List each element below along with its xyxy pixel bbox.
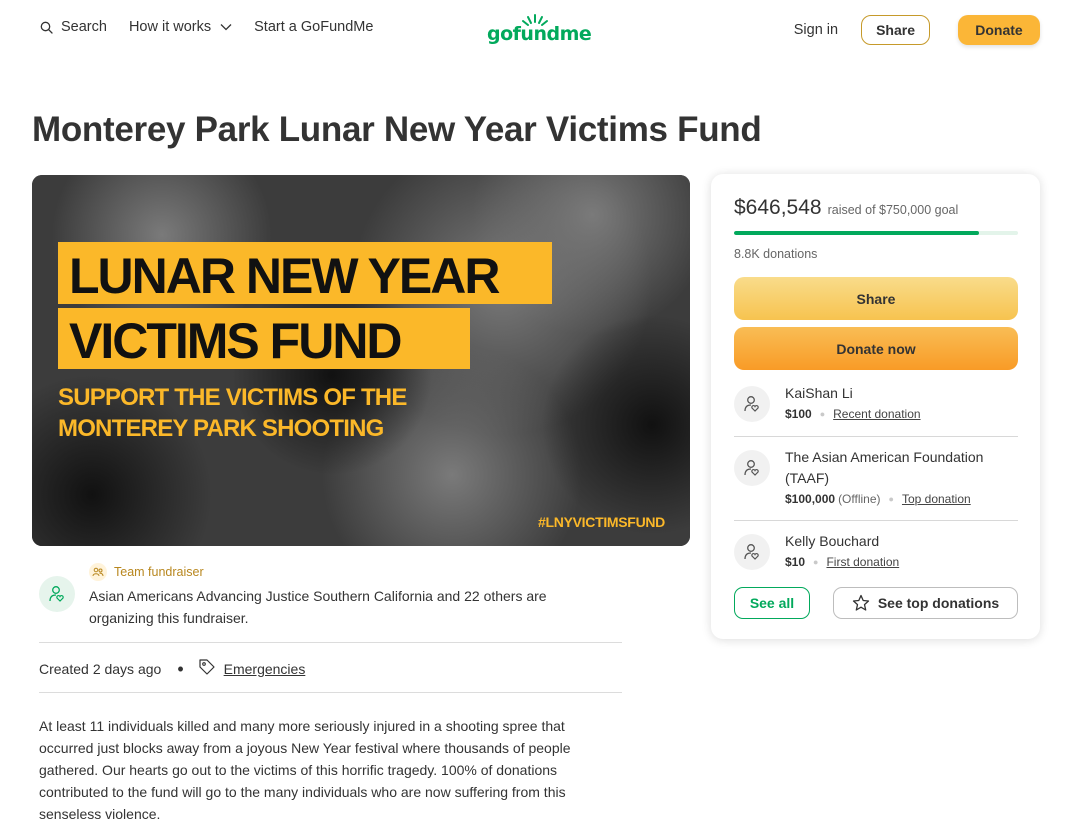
header-nav-left: Search How it works Start a GoFundMe xyxy=(40,19,373,35)
raised-goal: raised of $750,000 goal xyxy=(827,203,959,217)
raised-amount: $646,548 xyxy=(734,196,822,219)
share-button[interactable]: Share xyxy=(734,277,1018,320)
header-donate-button[interactable]: Donate xyxy=(958,15,1040,45)
donation-tag-link[interactable]: First donation xyxy=(826,555,899,569)
hero-subtitle-line1: SUPPORT THE VICTIMS OF THE xyxy=(58,384,407,411)
offline-note: (Offline) xyxy=(838,492,881,506)
star-icon xyxy=(852,594,869,611)
donor-amount: $100,000 xyxy=(785,492,836,506)
divider xyxy=(39,692,622,693)
donor-item: KaiShan Li $100 ● Recent donation xyxy=(734,385,1018,422)
raised-summary: $646,548 raised of $750,000 goal xyxy=(734,196,958,220)
organizer-avatar[interactable] xyxy=(39,576,75,612)
chevron-down-icon xyxy=(220,23,232,31)
separator-dot: ● xyxy=(888,494,894,504)
start-fundraiser-label: Start a GoFundMe xyxy=(254,19,374,35)
divider xyxy=(734,436,1018,437)
how-it-works-menu[interactable]: How it works xyxy=(129,19,232,35)
donor-avatar xyxy=(734,534,770,570)
donor-details: $10 ● First donation xyxy=(785,555,899,569)
donor-details: $100,000 (Offline) ● Top donation xyxy=(785,492,971,506)
see-top-donations-label: See top donations xyxy=(877,595,1000,611)
divider xyxy=(39,642,622,643)
donor-name: KaiShan Li xyxy=(785,385,853,401)
user-heart-icon xyxy=(49,586,64,602)
campaign-hero-image[interactable]: LUNAR NEW YEAR VICTIMS FUND SUPPORT THE … xyxy=(32,175,690,546)
hero-hashtag: #LNYVICTIMSFUND xyxy=(538,514,665,530)
user-heart-icon xyxy=(744,544,759,560)
search-link[interactable]: Search xyxy=(40,19,107,35)
tag-icon xyxy=(198,658,216,679)
campaign-meta: Created 2 days ago • Emergencies xyxy=(39,658,305,679)
progress-bar xyxy=(734,231,1018,235)
donation-tag-link[interactable]: Top donation xyxy=(902,492,971,506)
created-date: 2 days ago xyxy=(92,660,162,677)
see-all-button[interactable]: See all xyxy=(734,587,810,619)
sign-in-link[interactable]: Sign in xyxy=(794,22,838,38)
separator-dot: ● xyxy=(819,409,826,419)
hero-subtitle-line2: MONTEREY PARK SHOOTING xyxy=(58,415,384,442)
donation-tag-link[interactable]: Recent donation xyxy=(833,407,920,421)
organizer-text[interactable]: Asian Americans Advancing Justice Southe… xyxy=(89,585,579,629)
user-heart-icon xyxy=(744,460,759,476)
category-link[interactable]: Emergencies xyxy=(224,661,306,677)
donor-item: The Asian American Foundation (TAAF) $10… xyxy=(734,449,1018,510)
see-top-donations-button[interactable]: See top donations xyxy=(833,587,1018,619)
hero-title-line2: VICTIMS FUND xyxy=(69,313,403,369)
donor-item: Kelly Bouchard $10 ● First donation xyxy=(734,533,1018,570)
user-heart-icon xyxy=(744,396,759,412)
donor-amount: $10 xyxy=(785,555,806,569)
donor-name: Kelly Bouchard xyxy=(785,533,880,549)
search-label: Search xyxy=(61,19,107,35)
progress-fill xyxy=(734,231,979,235)
donor-amount: $100 xyxy=(785,407,812,421)
campaign-story: At least 11 individuals killed and many … xyxy=(39,718,571,822)
donations-count: 8.8K donations xyxy=(734,247,818,261)
search-icon xyxy=(40,21,53,34)
donor-avatar xyxy=(734,450,770,486)
created-prefix: Created xyxy=(39,660,89,677)
donor-avatar xyxy=(734,386,770,422)
how-it-works-label: How it works xyxy=(128,19,212,35)
team-fundraiser-label: Team fundraiser xyxy=(114,565,204,579)
gofundme-logo[interactable]: gofundme xyxy=(487,13,592,47)
donor-name: The Asian American Foundation (TAAF) xyxy=(785,449,984,486)
team-icon xyxy=(89,563,107,581)
divider xyxy=(734,520,1018,521)
donate-now-button[interactable]: Donate now xyxy=(734,327,1018,370)
header-nav-right: Sign in Share Donate xyxy=(794,15,1040,45)
site-header: Search How it works Start a GoFundMe gof… xyxy=(0,0,1092,60)
page-title: Monterey Park Lunar New Year Victims Fun… xyxy=(32,110,762,149)
logo-text: gofundme xyxy=(487,23,592,45)
hero-title-line1: LUNAR NEW YEAR xyxy=(69,248,500,304)
team-fundraiser-tag: Team fundraiser xyxy=(89,563,204,581)
donation-sidebar-card: $646,548 raised of $750,000 goal 8.8K do… xyxy=(711,174,1040,639)
start-fundraiser-link[interactable]: Start a GoFundMe xyxy=(254,19,373,35)
separator-dot: • xyxy=(177,658,184,679)
donor-details: $100 ● Recent donation xyxy=(785,407,921,421)
separator-dot: ● xyxy=(813,557,819,567)
header-share-button[interactable]: Share xyxy=(861,15,930,45)
